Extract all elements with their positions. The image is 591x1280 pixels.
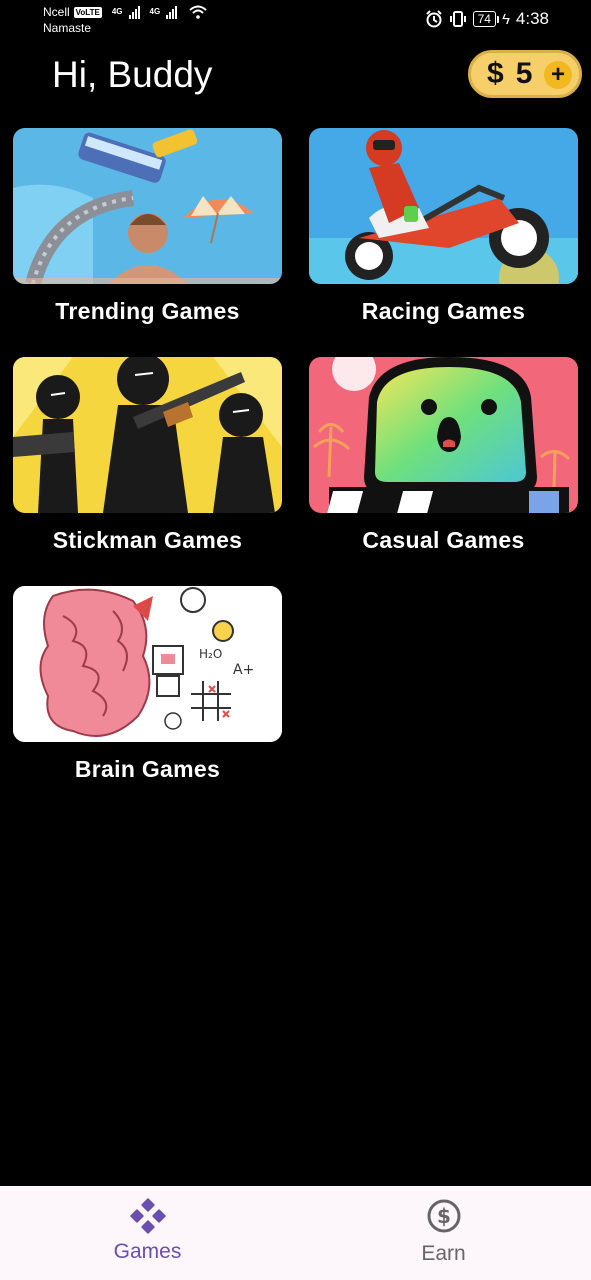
carrier-name: Ncell: [43, 5, 70, 19]
svg-text:$: $: [437, 1204, 451, 1228]
carrier-info: Ncell VoLTE 4G 4G Namaste: [43, 4, 207, 36]
category-label: Trending Games: [55, 298, 240, 324]
stickman-thumbnail: [13, 357, 282, 513]
svg-text:H₂O: H₂O: [199, 647, 222, 661]
category-card-stickman[interactable]: Stickman Games: [13, 357, 282, 554]
category-label: Brain Games: [74, 756, 221, 782]
category-card-brain[interactable]: H₂O A+ Brain Games: [13, 586, 282, 783]
network-type-2: 4G: [149, 7, 161, 16]
coin-balance-button[interactable]: $ 5 +: [468, 50, 582, 98]
charging-icon: ϟ: [501, 10, 510, 28]
alarm-icon: [425, 10, 442, 28]
dollar-icon: $: [487, 57, 504, 90]
nav-tab-earn[interactable]: $ Earn: [296, 1186, 591, 1280]
network-type-1: 4G: [111, 7, 123, 16]
wifi-icon: [189, 5, 207, 19]
nav-label: Games: [113, 1240, 182, 1263]
svg-text:A+: A+: [233, 662, 254, 678]
add-coins-icon[interactable]: +: [544, 61, 572, 89]
nav-tab-games[interactable]: Games: [0, 1186, 295, 1280]
bottom-navigation: Games $ Earn: [0, 1186, 591, 1280]
signal-icon: [128, 5, 140, 19]
trending-thumbnail: [13, 128, 282, 284]
sim2-name: Namaste: [43, 21, 92, 35]
brain-thumbnail: H₂O A+: [13, 586, 282, 742]
status-bar: Ncell VoLTE 4G 4G Namaste 74 ϟ 4:38: [0, 0, 591, 44]
category-label: Stickman Games: [52, 527, 243, 553]
system-status: 74 ϟ 4:38: [425, 9, 549, 29]
category-label: Racing Games: [361, 298, 526, 324]
vibrate-icon: [449, 11, 466, 27]
casual-thumbnail: [309, 357, 578, 513]
greeting-title: Hi, Buddy: [52, 54, 213, 95]
category-card-casual[interactable]: Casual Games: [309, 357, 578, 554]
category-card-trending[interactable]: Trending Games: [13, 128, 282, 325]
gamepad-icon: [129, 1198, 166, 1234]
nav-label: Earn: [421, 1242, 466, 1265]
volte-badge: VoLTE: [73, 6, 102, 18]
racing-thumbnail: [309, 128, 578, 284]
signal-icon: [166, 5, 178, 19]
category-label: Casual Games: [362, 527, 525, 553]
clock: 4:38: [515, 9, 549, 28]
battery-icon: 74: [472, 11, 500, 27]
coin-count: 5: [515, 57, 533, 90]
dollar-circle-icon: $: [427, 1199, 460, 1233]
category-card-racing[interactable]: Racing Games: [309, 128, 578, 325]
